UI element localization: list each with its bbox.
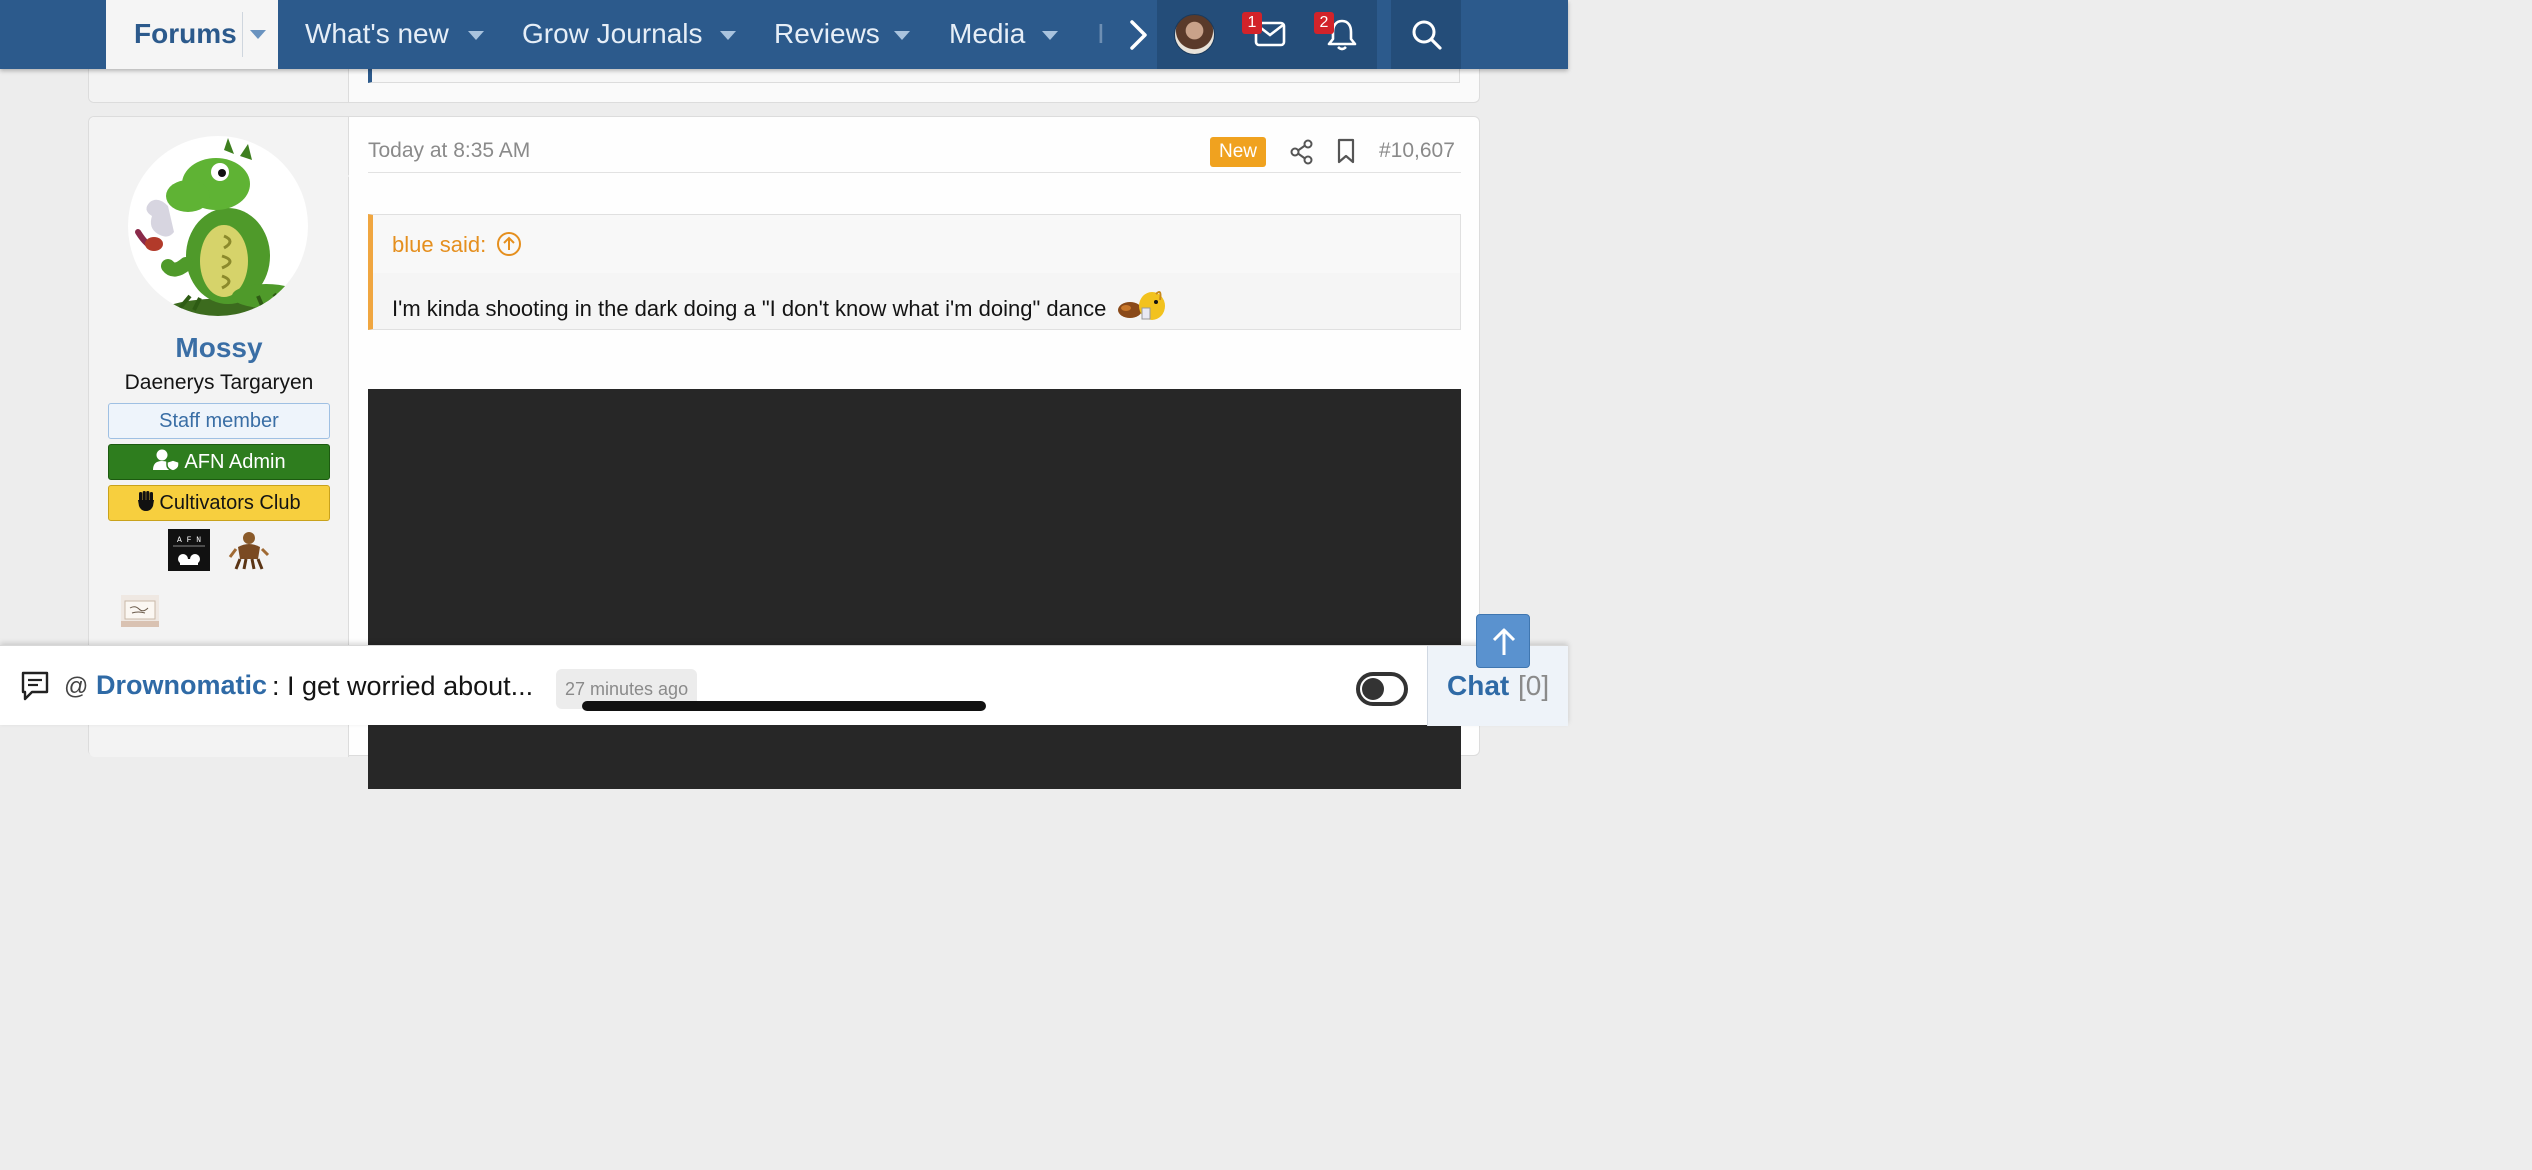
character-trophy-image[interactable] <box>228 529 270 571</box>
user-avatar[interactable] <box>128 136 308 316</box>
cultivators-club-banner: Cultivators Club <box>108 485 330 521</box>
forums-dropdown-icon[interactable] <box>250 30 266 39</box>
post-number-link[interactable]: #10,607 <box>1379 139 1455 163</box>
top-navigation: Forums What's new Grow Journals Reviews … <box>0 0 1568 69</box>
alerts-badge: 2 <box>1314 12 1334 34</box>
quote-header <box>373 215 1460 273</box>
scroll-to-top-button[interactable] <box>1476 614 1530 668</box>
quote-attribution[interactable]: blue said: <box>392 231 522 258</box>
raised-fist-icon <box>138 491 155 511</box>
grow-journals-dropdown-icon[interactable] <box>720 31 736 40</box>
quote-text-content: I'm kinda shooting in the dark doing a "… <box>392 296 1107 321</box>
chat-mention-symbol: @ <box>64 673 89 700</box>
quote-block: blue said: I'm kinda shooting in the dar… <box>368 214 1461 330</box>
arrow-up-icon <box>1492 628 1516 655</box>
afn-admin-label: AFN Admin <box>184 451 286 473</box>
warrior-figure-image <box>228 532 270 570</box>
inbox-badge: 1 <box>1242 12 1262 34</box>
user-title: Daenerys Targaryen <box>124 371 314 394</box>
afn-admin-banner: AFN Admin <box>108 444 330 480</box>
share-icon[interactable] <box>1290 139 1314 165</box>
dragon-avatar-image <box>135 138 308 316</box>
user-column-arrow <box>348 162 362 190</box>
go-to-original-icon[interactable] <box>496 231 522 257</box>
chat-message-icon[interactable] <box>20 670 50 702</box>
new-badge: New <box>1210 137 1266 167</box>
cultivators-club-label: Cultivators Club <box>159 492 301 514</box>
note-trophy-image[interactable] <box>121 595 159 627</box>
nav-tab-more-partial[interactable]: I <box>1097 18 1105 50</box>
post-date[interactable]: Today at 8:35 AM <box>368 139 530 163</box>
staff-member-banner: Staff member <box>108 403 330 439</box>
chat-message-preview: : I get worried about... <box>272 671 534 701</box>
quote-text: I'm kinda shooting in the dark doing a "… <box>392 288 1170 322</box>
media-dropdown-icon[interactable] <box>1042 31 1058 40</box>
bookmark-icon[interactable] <box>1336 138 1356 164</box>
nav-tab-forums[interactable]: Forums <box>106 0 278 69</box>
chat-toggle-knob <box>1362 678 1384 700</box>
afn-logo-image: A F N <box>173 536 205 565</box>
chevron-right-icon[interactable] <box>1124 18 1152 52</box>
chat-bar[interactable]: @ Drownomatic : I get worried about... 2… <box>0 645 1568 726</box>
dance-smiley-icon <box>1118 291 1166 320</box>
account-avatar[interactable] <box>1174 14 1215 55</box>
search-icon[interactable] <box>1410 18 1444 52</box>
afn-logo-text: A F N <box>177 536 201 545</box>
reviews-dropdown-icon[interactable] <box>894 31 910 40</box>
chat-toggle-switch[interactable] <box>1356 672 1408 706</box>
whats-new-dropdown-icon[interactable] <box>468 31 484 40</box>
home-indicator <box>582 701 986 711</box>
handwritten-note-image <box>121 600 159 627</box>
chat-tab-label: Chat <box>1447 670 1510 701</box>
nav-tab-whats-new[interactable]: What's new <box>305 18 449 50</box>
nav-tab-reviews[interactable]: Reviews <box>774 18 880 50</box>
chat-username[interactable]: Drownomatic <box>96 670 267 701</box>
nav-forums-label: Forums <box>134 18 237 49</box>
username[interactable]: Mossy <box>89 332 349 364</box>
embedded-media[interactable] <box>368 389 1461 789</box>
user-shield-icon <box>153 449 181 472</box>
quote-author: blue said: <box>392 232 487 257</box>
chat-tab-count: [0] <box>1518 670 1550 701</box>
nav-tab-grow-journals[interactable]: Grow Journals <box>522 18 703 50</box>
nav-tab-media[interactable]: Media <box>949 18 1025 50</box>
post-header-divider <box>368 172 1461 173</box>
nav-divider <box>242 12 243 57</box>
afn-trophy-image[interactable]: A F N <box>168 529 210 571</box>
